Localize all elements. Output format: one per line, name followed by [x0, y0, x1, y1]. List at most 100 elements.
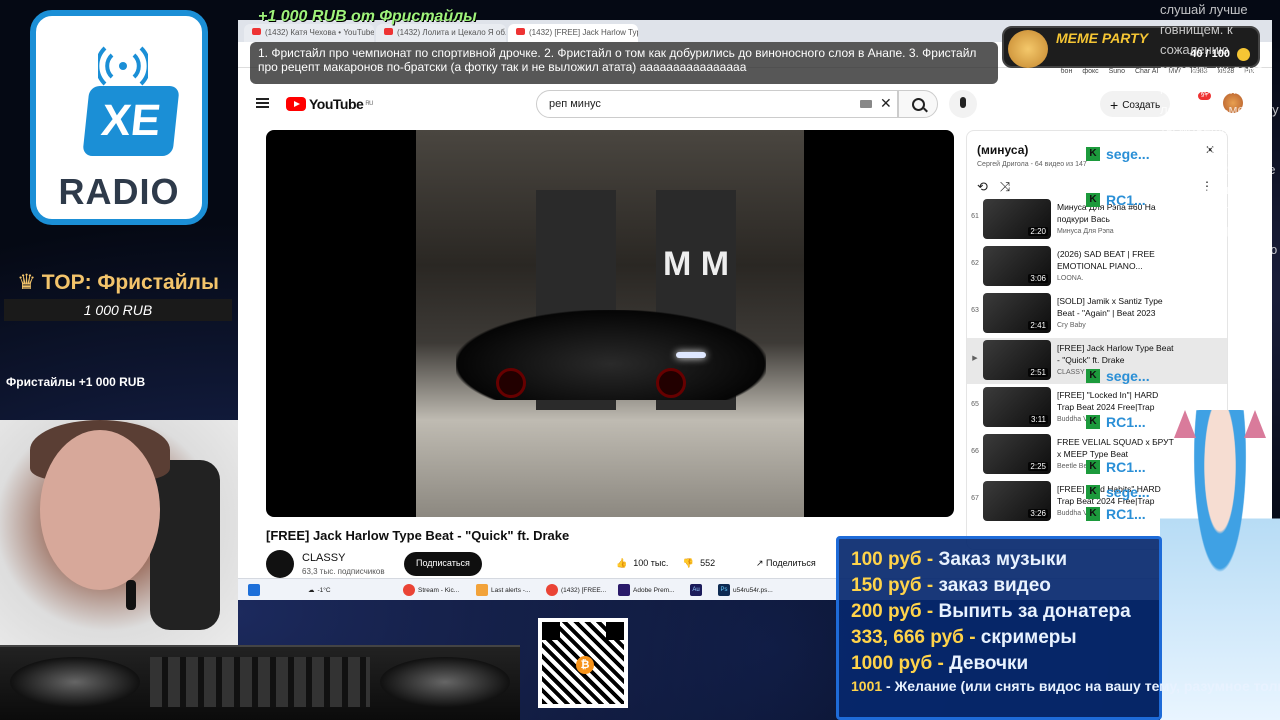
- price-item: 100 руб - Заказ музыки: [851, 549, 1068, 570]
- jog-wheel-right: [380, 657, 510, 707]
- taskbar-app[interactable]: Au: [690, 582, 702, 598]
- dj-pads: [150, 657, 370, 707]
- video-thumbnail: 3:06: [983, 246, 1051, 286]
- kick-icon: K: [1086, 147, 1100, 161]
- donation-note: Фристайлы +1 000 RUB: [6, 375, 146, 389]
- video-thumbnail: 3:26: [983, 481, 1051, 521]
- taskbar-app[interactable]: Stream - Kic...: [403, 582, 459, 598]
- top-title: ♛ TOP: Фристайлы: [17, 271, 219, 294]
- channel-name[interactable]: CLASSY: [302, 552, 345, 564]
- youtube-favicon-icon: [516, 28, 525, 35]
- chat-user: K RC1...: [1086, 192, 1146, 208]
- chat-user: Ksege...: [1086, 146, 1150, 162]
- taskbar-app[interactable]: Last alerts -...: [476, 582, 530, 598]
- playlist-controls: ⟲ ⤨: [977, 179, 1022, 195]
- browser-tab[interactable]: (1432) Лолита и Цекало Я об...: [376, 24, 506, 42]
- search-input[interactable]: реп минус: [536, 90, 898, 118]
- donation-qr-code: ₿: [538, 618, 628, 708]
- clear-search-icon[interactable]: ✕: [880, 95, 892, 112]
- cloud-icon: ☁: [308, 587, 315, 594]
- video-thumbnail: 2:51: [983, 340, 1051, 380]
- share-button[interactable]: ↗ Поделиться: [746, 552, 826, 576]
- plus-icon: +: [1110, 97, 1119, 113]
- start-button[interactable]: [248, 582, 260, 598]
- radio-logo: XE RADIO: [30, 10, 208, 225]
- youtube-header: YouTube RU реп минус ✕ + Создать 9+: [238, 88, 1272, 120]
- webcam-feed: [0, 420, 238, 650]
- like-button[interactable]: 👍 100 тыс. 👎 552: [608, 552, 723, 576]
- chat-user: K RC1...: [1086, 414, 1146, 430]
- weather-widget[interactable]: ☁ -1°C: [308, 582, 331, 598]
- chat-user: K RC1...: [1086, 459, 1146, 475]
- video-thumbnail: 2:41: [983, 293, 1051, 333]
- price-item-wish: 1001 - Желание (или снять видос на вашу …: [851, 678, 1280, 694]
- radio-logo-word: RADIO: [58, 171, 180, 212]
- chat-user: K RC1...: [1086, 506, 1146, 522]
- jog-wheel-left: [10, 657, 140, 707]
- doge-icon: [1008, 30, 1048, 68]
- channel-subscribers: 63,3 тыс. подписчиков: [302, 567, 385, 576]
- now-playing-icon: ▶: [972, 355, 978, 362]
- streamer-face: [40, 430, 160, 590]
- price-item: 200 руб - Выпить за донатера: [851, 601, 1131, 622]
- playlist-meta: Сергей Дригола - 64 видео из 147: [977, 161, 1087, 168]
- voice-search-button[interactable]: [949, 90, 977, 118]
- keyboard-icon[interactable]: [860, 100, 872, 108]
- kick-icon: K: [1086, 460, 1100, 474]
- taskbar-app[interactable]: Adobe Prem...: [618, 582, 675, 598]
- thumbs-down-icon[interactable]: 👎: [683, 558, 694, 569]
- browser-tab-active[interactable]: (1432) [FREE] Jack Harlow Type: [508, 24, 638, 42]
- video-title: [FREE] Jack Harlow Type Beat - "Quick" f…: [266, 528, 570, 543]
- donation-banner: +1 000 RUB от Фристайлы: [258, 8, 477, 25]
- kick-icon: K: [1086, 485, 1100, 499]
- top-donations-box: ♛ TOP: Фристайлы 1 000 RUB: [4, 270, 232, 321]
- gaming-chair: [150, 460, 220, 630]
- pillar-letters: M M: [662, 245, 730, 283]
- microphone-icon: [126, 580, 136, 610]
- car-image: [456, 310, 766, 400]
- kick-icon: K: [1086, 193, 1100, 207]
- taskbar-app[interactable]: (1432) [FREE...: [546, 582, 606, 598]
- chat-user: Ksege...: [1086, 368, 1150, 384]
- bitcoin-icon: ₿: [576, 656, 594, 674]
- headlight: [676, 352, 706, 358]
- channel-avatar[interactable]: [266, 550, 294, 578]
- chat-user: Ksege...: [1086, 484, 1150, 500]
- kick-icon: K: [1086, 415, 1100, 429]
- price-item: 150 руб - заказ видео: [851, 575, 1051, 596]
- bookmark[interactable]: бон: [1061, 68, 1073, 75]
- donation-price-list: 100 руб - Заказ музыки 150 руб - заказ в…: [836, 536, 1280, 720]
- video-thumbnail: 2:25: [983, 434, 1051, 474]
- youtube-play-icon: [286, 97, 306, 111]
- ticker-overlay: 1. Фристайл про чемпионат по спортивной …: [250, 42, 998, 84]
- browser-tab[interactable]: (1432) Катя Чехова • YouTube: [244, 24, 374, 42]
- youtube-favicon-icon: [252, 28, 261, 35]
- antenna-icon: [98, 46, 148, 86]
- top-amount: 1 000 RUB: [4, 299, 232, 321]
- shuffle-icon[interactable]: ⤨: [1000, 179, 1010, 194]
- vtuber-avatar: [1160, 410, 1280, 720]
- subscribe-button[interactable]: Подписаться: [404, 552, 482, 576]
- bookmark[interactable]: Char AI: [1135, 68, 1158, 75]
- playlist-title: (минуса): [977, 143, 1029, 157]
- search-button[interactable]: [898, 90, 938, 118]
- meme-party-title: MEME PARTY: [1056, 30, 1149, 46]
- radio-logo-xe: XE: [82, 86, 180, 156]
- price-item: 333, 666 руб - скримеры: [851, 627, 1077, 648]
- car-wheel: [656, 368, 686, 398]
- taskbar-app[interactable]: Ps u54ru54r.ps...: [718, 582, 773, 598]
- kick-icon: K: [1086, 507, 1100, 521]
- video-player[interactable]: M M: [266, 130, 954, 517]
- thumbs-up-icon: 👍: [616, 558, 628, 568]
- dj-controller: [0, 645, 520, 720]
- loop-icon[interactable]: ⟲: [977, 179, 988, 194]
- youtube-logo[interactable]: YouTube RU: [286, 96, 373, 112]
- price-item: 1000 руб - Девочки: [851, 653, 1029, 674]
- kick-icon: K: [1086, 369, 1100, 383]
- youtube-favicon-icon: [384, 28, 393, 35]
- video-thumbnail: 3:11: [983, 387, 1051, 427]
- car-wheel: [496, 368, 526, 398]
- hamburger-menu-icon[interactable]: [256, 98, 269, 108]
- bookmark[interactable]: фокс: [1082, 68, 1098, 75]
- bookmark[interactable]: Suno: [1109, 68, 1125, 75]
